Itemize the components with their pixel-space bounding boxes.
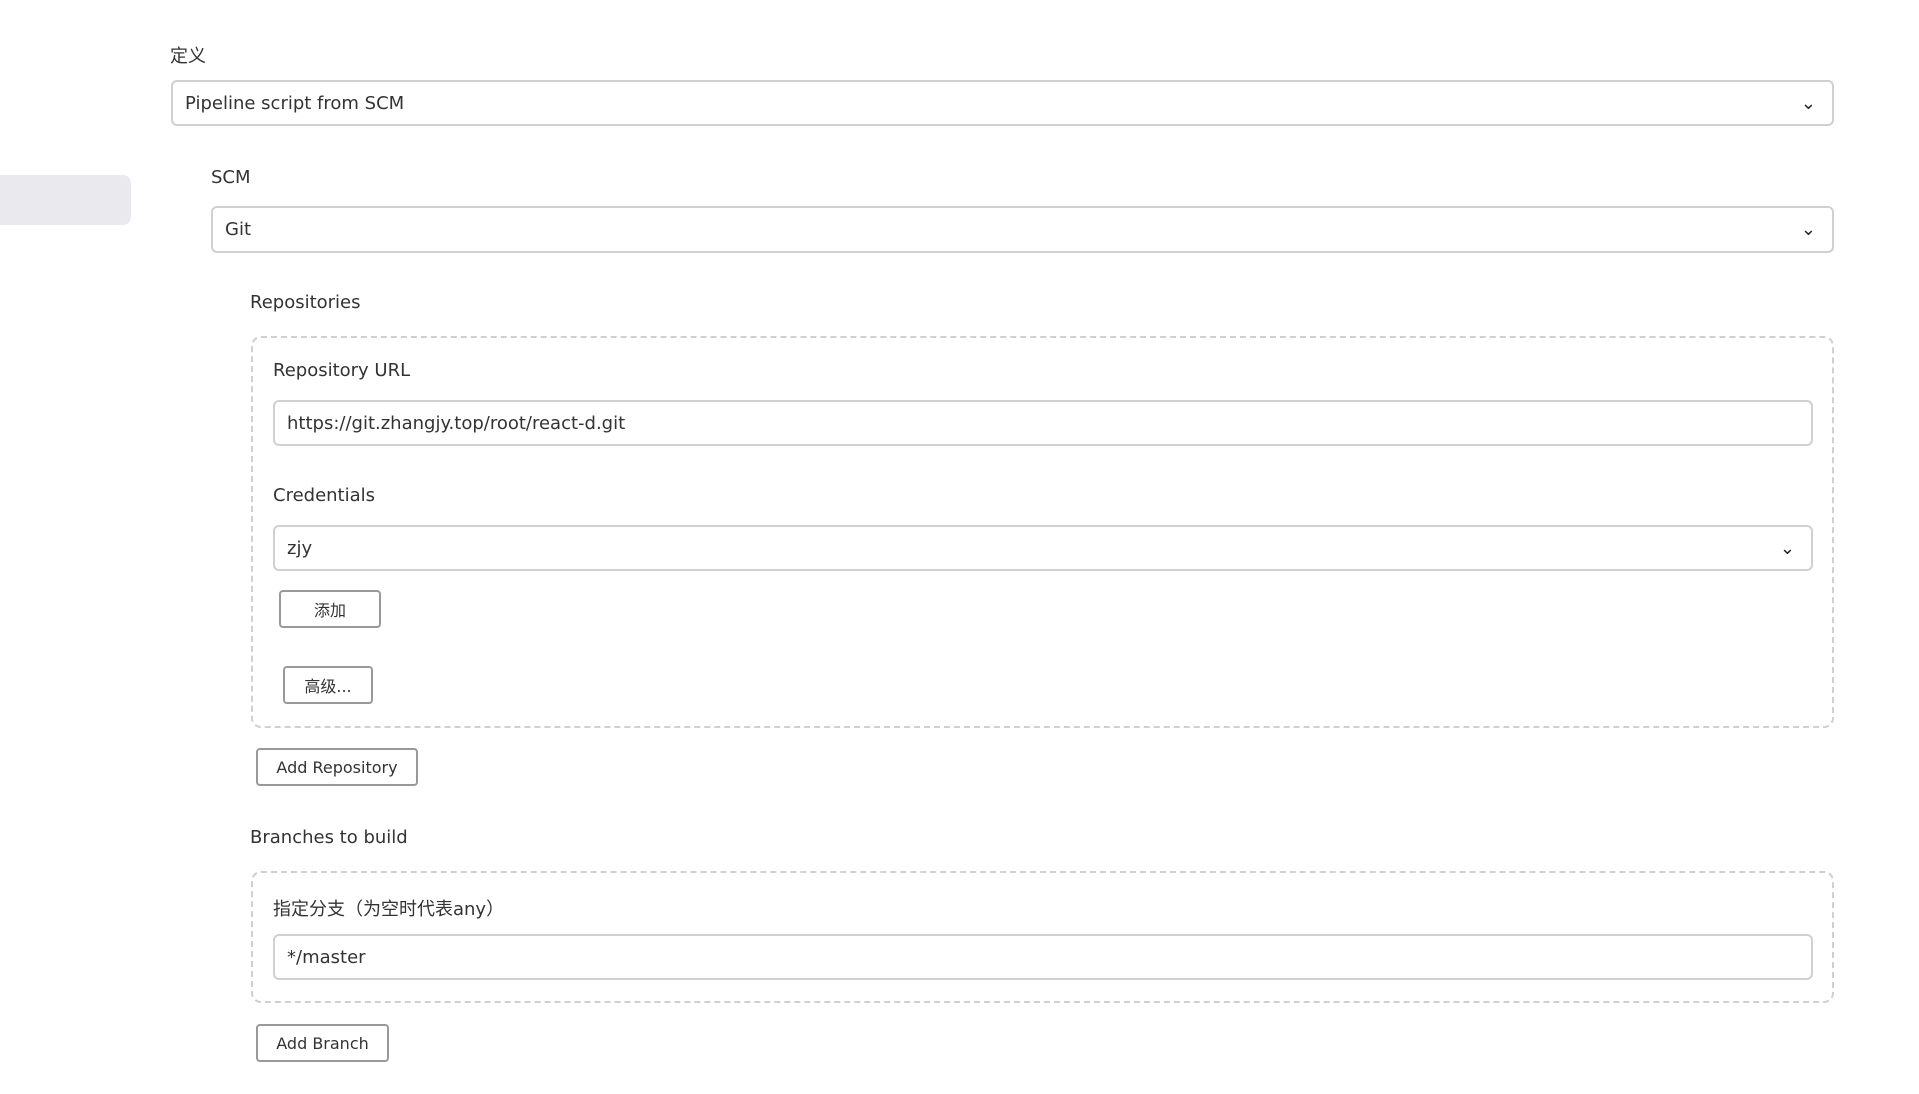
chevron-down-icon: ⌄ — [1779, 537, 1795, 559]
branch-specifier-input[interactable]: */master — [273, 934, 1813, 980]
scm-label: SCM — [211, 167, 251, 188]
repository-url-input[interactable]: https://git.zhangjy.top/root/react-d.git — [273, 400, 1813, 446]
branch-specifier-value: */master — [287, 946, 366, 968]
branches-label: Branches to build — [250, 827, 408, 848]
add-credentials-button[interactable]: 添加 — [279, 590, 381, 628]
chevron-down-icon: ⌄ — [1800, 92, 1816, 114]
credentials-label: Credentials — [273, 485, 376, 506]
sidebar-item[interactable] — [0, 175, 131, 225]
advanced-label: 高级... — [304, 677, 352, 696]
scm-select[interactable]: Git ⌄ — [211, 206, 1834, 253]
add-repository-button[interactable]: Add Repository — [256, 748, 418, 786]
advanced-button[interactable]: 高级... — [283, 666, 373, 704]
add-branch-label: Add Branch — [276, 1033, 369, 1053]
credentials-select[interactable]: zjy ⌄ — [273, 525, 1813, 571]
repositories-label: Repositories — [250, 292, 361, 313]
add-branch-button[interactable]: Add Branch — [256, 1024, 389, 1062]
repository-url-label: Repository URL — [273, 360, 411, 381]
branch-specifier-label: 指定分支（为空时代表any） — [273, 899, 505, 920]
definition-value: Pipeline script from SCM — [185, 92, 405, 114]
chevron-down-icon: ⌄ — [1800, 219, 1816, 240]
add-credentials-label: 添加 — [313, 601, 346, 620]
definition-select[interactable]: Pipeline script from SCM ⌄ — [171, 80, 1834, 126]
definition-label: 定义 — [170, 46, 206, 67]
scm-value: Git — [225, 219, 252, 240]
credentials-value: zjy — [287, 537, 313, 559]
repository-url-value: https://git.zhangjy.top/root/react-d.git — [287, 412, 626, 434]
add-repository-label: Add Repository — [276, 757, 398, 777]
